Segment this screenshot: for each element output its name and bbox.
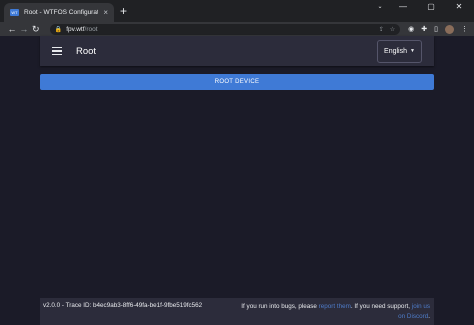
version-trace: v2.0.0 - Trace ID: b4ec9ab3-8ff6-49fa-be… [43,302,203,309]
tab-title: Root - WTFOS Configurator [24,9,99,16]
page-title: Root [76,45,97,57]
back-icon[interactable]: ← [6,24,18,34]
app-header: Root English ▼ [40,36,434,66]
language-select[interactable]: English ▼ [377,39,422,63]
minimize-icon[interactable]: — [392,2,414,11]
browser-tab[interactable]: WT Root - WTFOS Configurator × [4,3,114,22]
language-select-value: English [384,47,407,55]
lock-icon: 🔒 [54,26,63,33]
extension-icon[interactable]: ◉ [408,25,414,33]
extensions-puzzle-icon[interactable]: ✚ [421,25,427,33]
support-text: If you run into bugs, please report them… [241,303,430,320]
browser-tabstrip: WT Root - WTFOS Configurator × + ⌄ — ▢ ✕ [0,0,474,22]
root-device-button[interactable]: ROOT DEVICE [40,74,434,90]
profile-avatar[interactable] [444,24,454,34]
chevron-down-icon: ▼ [410,48,415,54]
url-text: fpv.wtf/root [66,25,98,33]
tab-search-icon[interactable]: ⌄ [374,3,386,10]
browser-menu-icon[interactable]: ⋮ [461,25,468,33]
side-panel-icon[interactable]: ▯ [434,25,438,33]
favicon-icon: WT [10,9,19,16]
close-window-icon[interactable]: ✕ [448,2,470,11]
hamburger-menu-icon[interactable] [52,45,62,58]
address-bar[interactable]: 🔒 fpv.wtf/root ⇪ ☆ [49,23,401,35]
share-icon[interactable]: ⇪ [379,26,384,33]
close-tab-icon[interactable]: × [103,8,108,17]
new-tab-icon[interactable]: + [120,5,127,17]
footer: v2.0.0 - Trace ID: b4ec9ab3-8ff6-49fa-be… [40,298,434,325]
reload-icon[interactable]: ↻ [30,24,42,34]
maximize-icon[interactable]: ▢ [420,2,442,11]
window-controls: ⌄ — ▢ ✕ [374,2,470,11]
browser-toolbar: ← → ↻ 🔒 fpv.wtf/root ⇪ ☆ ◉ ✚ ▯ ⋮ [0,22,474,36]
forward-icon[interactable]: → [18,24,30,34]
report-bugs-link[interactable]: report them [319,303,351,310]
bookmark-star-icon[interactable]: ☆ [390,26,395,33]
